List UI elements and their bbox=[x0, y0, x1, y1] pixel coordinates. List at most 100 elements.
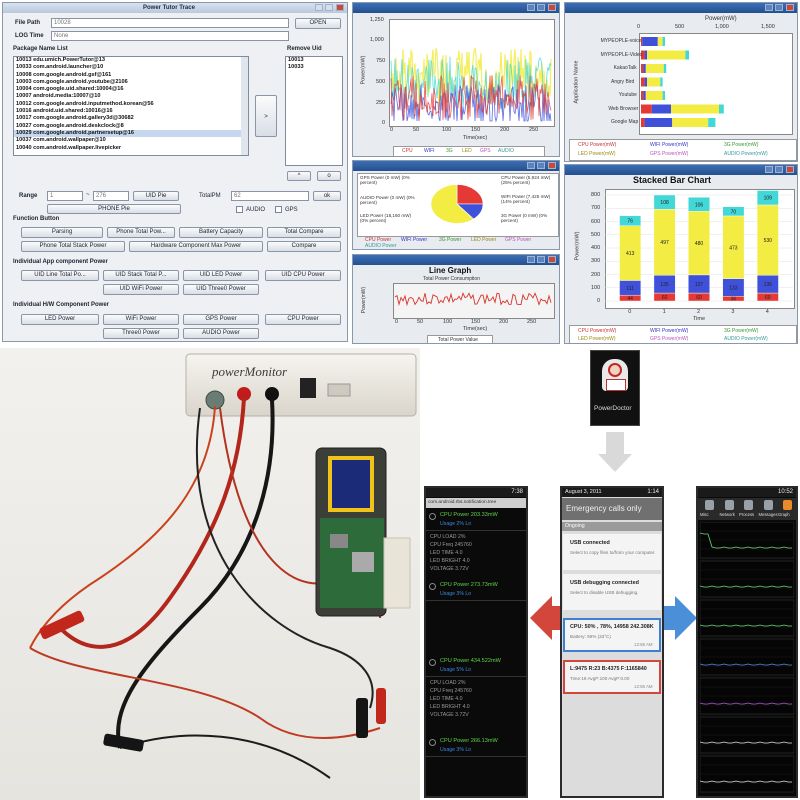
minimize-button[interactable] bbox=[527, 256, 535, 263]
close-button[interactable] bbox=[336, 4, 344, 11]
expand-icon[interactable] bbox=[429, 513, 436, 520]
close-button[interactable] bbox=[548, 4, 556, 11]
tab-icon[interactable] bbox=[705, 500, 714, 510]
maximize-button[interactable] bbox=[537, 256, 545, 263]
log-time-field[interactable]: None bbox=[51, 31, 289, 41]
uid-pie-button[interactable]: UID Pie bbox=[133, 191, 179, 201]
hardware-setup-photo: powerMonitor bbox=[0, 348, 420, 800]
package-list-item[interactable]: 10033 com.android.launcher@10 bbox=[14, 64, 248, 71]
bar-segment bbox=[647, 50, 686, 60]
uid-wifi-power-button[interactable]: UID WiFi Power bbox=[103, 284, 179, 295]
package-list-item[interactable]: 10012 com.google.android.inputmethod.kor… bbox=[14, 101, 248, 108]
package-list[interactable]: 10013 edu.umich.PowerTutor@13 10033 com.a… bbox=[13, 56, 249, 156]
tab-icon[interactable] bbox=[724, 500, 734, 510]
tab-network[interactable]: Network bbox=[720, 512, 735, 517]
phone-pie-button[interactable]: PHONE Pie bbox=[47, 204, 181, 214]
package-list-item[interactable]: 10008 com.google.android.gsf@161 bbox=[14, 72, 248, 79]
parsing-button[interactable]: Parsing bbox=[21, 227, 103, 238]
package-list-item[interactable]: 10040 com.android.wallpaper.livepicker bbox=[14, 145, 248, 152]
y-tick: 750 bbox=[376, 58, 386, 64]
maximize-button[interactable] bbox=[325, 4, 333, 11]
tab-icon[interactable] bbox=[763, 500, 773, 510]
remove-uid-item[interactable]: 10013 bbox=[286, 57, 342, 64]
power-item-title[interactable]: CPU Power 273.73mW bbox=[440, 582, 498, 588]
maximize-button[interactable] bbox=[775, 4, 783, 11]
tab-messages[interactable]: Messages bbox=[759, 512, 778, 517]
package-list-item[interactable]: 10027 com.google.android.deskclock@8 bbox=[14, 123, 248, 130]
cpu-power-button[interactable]: CPU Power bbox=[265, 314, 341, 325]
minimize-button[interactable] bbox=[315, 4, 323, 11]
close-button[interactable] bbox=[786, 4, 794, 11]
battery-capacity-button[interactable]: Battery Capacity bbox=[179, 227, 263, 238]
minimize-button[interactable] bbox=[527, 4, 535, 11]
package-list-item[interactable]: 10029 com.google.android.partnersetup@16 bbox=[14, 129, 248, 138]
minimize-button[interactable] bbox=[765, 166, 773, 173]
move-to-remove-button[interactable]: > bbox=[255, 95, 277, 137]
minimize-button[interactable] bbox=[765, 4, 773, 11]
range-from-field[interactable]: 1 bbox=[47, 191, 83, 201]
powerdoctor-app-icon[interactable]: PowerDoctor bbox=[590, 350, 640, 426]
maximize-button[interactable] bbox=[537, 162, 545, 169]
total-compare-button[interactable]: Total Compare bbox=[267, 227, 341, 238]
uid-line-total-power-button[interactable]: UID Line Total Po... bbox=[21, 270, 99, 281]
power-item-title[interactable]: CPU Power 203.33mW bbox=[440, 512, 498, 518]
close-button[interactable] bbox=[548, 162, 556, 169]
audio-checkbox[interactable] bbox=[236, 206, 243, 213]
uid-three0-power-button[interactable]: UID Three0 Power bbox=[183, 284, 259, 295]
expand-icon[interactable] bbox=[429, 739, 436, 746]
gps-power-button[interactable]: GPS Power bbox=[183, 314, 259, 325]
y-tick: 100 bbox=[591, 284, 601, 291]
remove-uid-item[interactable]: 10033 bbox=[286, 64, 342, 71]
tab-icon[interactable] bbox=[744, 500, 753, 510]
total-pm-field[interactable]: 62 bbox=[231, 191, 309, 201]
power-item-title[interactable]: CPU Power 434.522mW bbox=[440, 658, 501, 664]
package-list-item[interactable]: 10013 edu.umich.PowerTutor@13 bbox=[14, 57, 248, 64]
expand-icon[interactable] bbox=[429, 583, 436, 590]
status-bar: 7:38 bbox=[426, 488, 526, 497]
phone-total-stack-power-button[interactable]: Phone Total Stack Power bbox=[21, 241, 125, 252]
gps-checkbox[interactable] bbox=[275, 206, 282, 213]
power-item-title[interactable]: CPU Power 266.13mW bbox=[440, 738, 498, 744]
wifi-power-button[interactable]: WiFi Power bbox=[103, 314, 179, 325]
remove-uid-list[interactable]: 10013 10033 bbox=[285, 56, 343, 166]
close-button[interactable] bbox=[786, 166, 794, 173]
tab-icon[interactable] bbox=[783, 500, 792, 510]
led-power-button[interactable]: LED Power bbox=[21, 314, 99, 325]
maximize-button[interactable] bbox=[537, 4, 545, 11]
tab-misc[interactable]: Misc bbox=[700, 512, 709, 517]
three0-power-button[interactable]: Three0 Power bbox=[103, 328, 179, 339]
down-arrow-icon bbox=[606, 432, 624, 454]
bar-segment bbox=[641, 104, 652, 114]
package-list-item[interactable]: 10003 com.google.android.youtube@2106 bbox=[14, 79, 248, 86]
package-list-item[interactable]: 10004 com.google.uid.shared:10004@16 bbox=[14, 86, 248, 93]
legend-wifi: WIFI Power(mW) bbox=[650, 328, 689, 334]
legend-wifi: WIFI bbox=[424, 148, 435, 154]
package-list-item[interactable]: 10007 android.media:10007@10 bbox=[14, 93, 248, 100]
bar-segment bbox=[644, 50, 647, 60]
up-button[interactable]: ^ bbox=[287, 171, 311, 181]
package-list-item[interactable]: 10017 com.google.android.gallery3d@30682 bbox=[14, 115, 248, 122]
tab-graph[interactable]: Graph bbox=[778, 512, 790, 517]
phone-total-power-button[interactable]: Phone Total Pow... bbox=[107, 227, 175, 238]
tab-process[interactable]: Process bbox=[739, 512, 754, 517]
uid-stack-total-power-button[interactable]: UID Stack Total P... bbox=[103, 270, 179, 281]
package-list-item[interactable]: 10016 android.uid.shared:10016@16 bbox=[14, 108, 248, 115]
hardware-component-max-power-button[interactable]: Hardware Component Max Power bbox=[129, 241, 263, 252]
data-label: 106 bbox=[695, 202, 704, 208]
open-button[interactable]: OPEN bbox=[295, 18, 341, 29]
package-list-item[interactable]: 10037 com.android.wallpaper@10 bbox=[14, 137, 248, 144]
bar-segment bbox=[663, 64, 667, 73]
package-list-scrollbar[interactable] bbox=[241, 57, 248, 155]
close-button[interactable] bbox=[548, 256, 556, 263]
file-path-field[interactable]: 10028 bbox=[51, 18, 289, 28]
range-to-field[interactable]: 276 bbox=[93, 191, 129, 201]
expand-icon[interactable] bbox=[429, 659, 436, 666]
minimize-button[interactable] bbox=[527, 162, 535, 169]
compare-button[interactable]: Compare bbox=[267, 241, 341, 252]
uid-cpu-power-button[interactable]: UID CPU Power bbox=[265, 270, 341, 281]
audio-power-button[interactable]: AUDIO Power bbox=[183, 328, 259, 339]
total-pm-ok-button[interactable]: ok bbox=[313, 191, 341, 201]
uid-led-power-button[interactable]: UID LED Power bbox=[183, 270, 259, 281]
maximize-button[interactable] bbox=[775, 166, 783, 173]
ok-small-button[interactable]: o bbox=[317, 171, 341, 181]
